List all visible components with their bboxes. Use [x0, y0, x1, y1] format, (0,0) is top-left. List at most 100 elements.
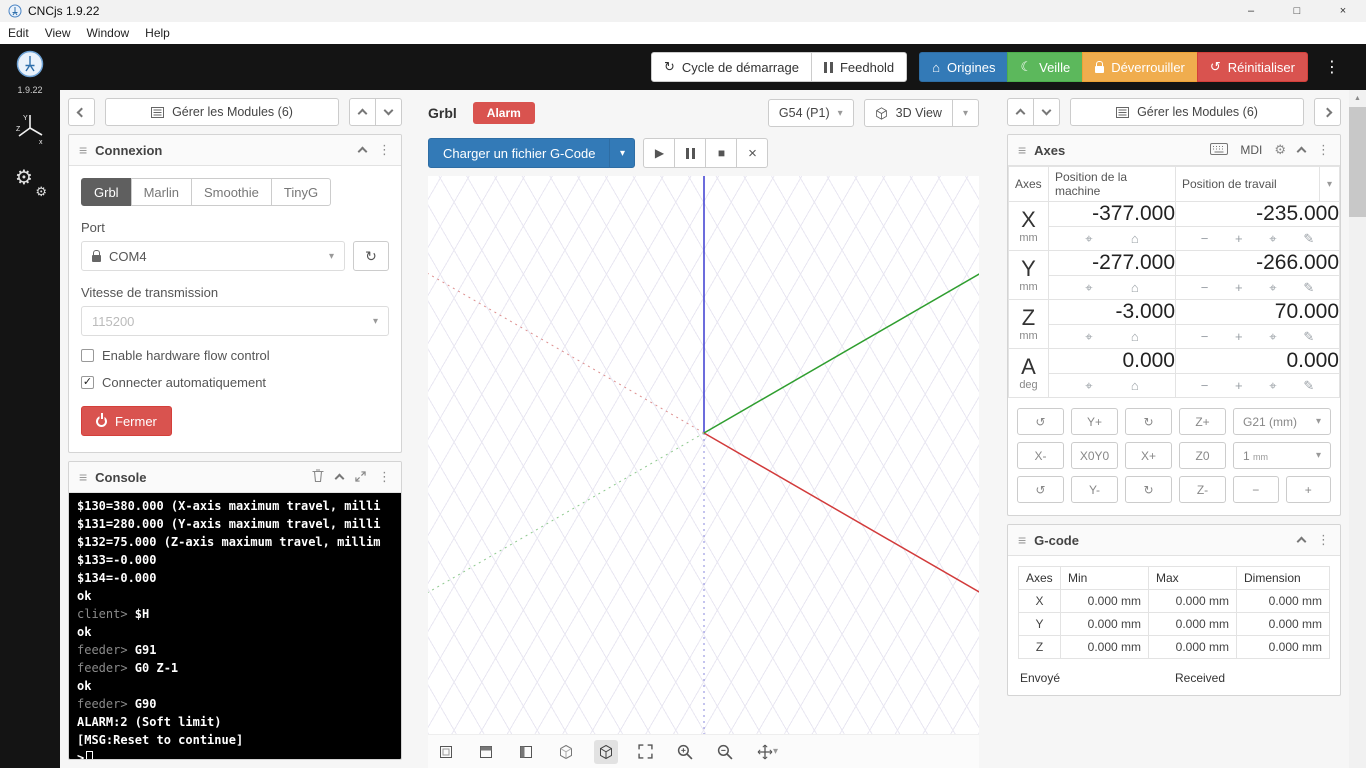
visualizer-3d[interactable] [428, 176, 979, 734]
widget-menu-icon[interactable]: ⋮ [378, 469, 391, 485]
zero-work-button[interactable]: ⌖ [1267, 232, 1278, 245]
unload-button[interactable]: × [736, 138, 769, 168]
autoconnect-checkbox[interactable]: ✓ Connecter automatiquement [81, 375, 389, 390]
jog-corner-bottom-left-button[interactable]: ↺ [1017, 476, 1064, 503]
view-side-icon[interactable] [514, 740, 538, 764]
increase-work-button[interactable]: + [1233, 232, 1245, 245]
drag-handle-icon[interactable]: ≡ [1018, 142, 1026, 158]
tab-tinyg[interactable]: TinyG [270, 178, 332, 206]
drag-handle-icon[interactable]: ≡ [1018, 532, 1026, 548]
collapse-left-panel-button[interactable] [68, 98, 95, 126]
increase-work-button[interactable]: + [1233, 281, 1245, 294]
move-widget-down-button[interactable] [1033, 98, 1060, 126]
header-menu-icon[interactable]: ⋮ [1324, 57, 1340, 77]
jog-z-plus-button[interactable]: Z+ [1179, 408, 1226, 435]
zoom-fit-icon[interactable] [634, 740, 657, 763]
view-iso-icon[interactable] [554, 740, 578, 764]
feedhold-button[interactable]: Feedhold [810, 52, 908, 82]
pause-button[interactable] [674, 138, 707, 168]
edit-work-button[interactable]: ✎ [1301, 379, 1316, 392]
zoom-out-icon[interactable] [713, 740, 737, 764]
refresh-ports-button[interactable]: ↻ [353, 241, 389, 271]
increase-work-button[interactable]: + [1233, 330, 1245, 343]
decrease-work-button[interactable]: − [1199, 232, 1211, 245]
zoom-in-icon[interactable] [673, 740, 697, 764]
edit-work-button[interactable]: ✎ [1301, 281, 1316, 294]
homing-button[interactable]: ⌂ Origines [919, 52, 1009, 82]
close-connection-button[interactable]: Fermer [81, 406, 172, 436]
close-window-button[interactable]: × [1320, 0, 1366, 22]
load-gcode-button[interactable]: Charger un fichier G-Code [428, 138, 611, 168]
scrollbar-thumb[interactable] [1349, 107, 1366, 217]
sleep-button[interactable]: ☾ Veille [1007, 52, 1084, 82]
decrease-work-button[interactable]: − [1199, 330, 1211, 343]
manage-widgets-button-left[interactable]: Gérer les Modules (6) [105, 98, 339, 126]
view-front-icon[interactable] [474, 740, 498, 764]
zero-machine-button[interactable]: ⌖ [1083, 232, 1094, 245]
scroll-up-arrow[interactable]: ▲ [1349, 90, 1366, 107]
widget-menu-icon[interactable]: ⋮ [378, 142, 391, 158]
menu-window[interactable]: Window [78, 22, 137, 44]
zero-work-button[interactable]: ⌖ [1267, 281, 1278, 294]
flow-control-checkbox[interactable]: Enable hardware flow control [81, 348, 389, 363]
console-output[interactable]: $130=380.000 (X-axis maximum travel, mil… [69, 493, 401, 759]
drag-handle-icon[interactable]: ≡ [79, 142, 87, 158]
trash-icon[interactable] [312, 469, 324, 485]
tab-grbl[interactable]: Grbl [81, 178, 132, 206]
widget-menu-icon[interactable]: ⋮ [1317, 532, 1330, 548]
decrease-work-button[interactable]: − [1199, 379, 1211, 392]
collapse-widget-icon[interactable] [334, 473, 345, 484]
jog-y-minus-button[interactable]: Y- [1071, 476, 1118, 503]
tab-marlin[interactable]: Marlin [130, 178, 192, 206]
window-scrollbar[interactable]: ▲ [1349, 90, 1366, 768]
menu-edit[interactable]: Edit [0, 22, 37, 44]
wcs-dropdown[interactable]: G54 (P1) ▾ [767, 99, 854, 127]
menu-help[interactable]: Help [137, 22, 178, 44]
step-dropdown[interactable]: 1 mm ▾ [1233, 442, 1331, 469]
jog-x-minus-button[interactable]: X- [1017, 442, 1064, 469]
pan-icon[interactable]: ▾ [753, 740, 782, 764]
jog-y-plus-button[interactable]: Y+ [1071, 408, 1118, 435]
collapse-right-panel-button[interactable] [1314, 98, 1341, 126]
fullscreen-icon[interactable] [355, 470, 366, 485]
workspace-axes-icon[interactable]: Y Z x [14, 111, 46, 150]
view-3d-icon[interactable] [594, 739, 618, 764]
port-select[interactable]: COM4 ▾ [81, 241, 345, 271]
menu-view[interactable]: View [37, 22, 79, 44]
cycle-start-button[interactable]: ↻ Cycle de démarrage [650, 52, 812, 82]
stop-button[interactable]: ■ [705, 138, 738, 168]
home-axis-button[interactable]: ⌂ [1129, 232, 1141, 245]
axes-settings-icon[interactable]: ⚙ [1274, 142, 1286, 158]
collapse-widget-icon[interactable] [1296, 536, 1307, 547]
drag-handle-icon[interactable]: ≡ [79, 469, 87, 485]
units-dropdown[interactable]: G21 (mm) ▾ [1233, 408, 1331, 435]
home-axis-button[interactable]: ⌂ [1129, 330, 1141, 343]
move-widget-down-button[interactable] [375, 98, 402, 126]
unlock-button[interactable]: Déverrouiller [1082, 52, 1198, 82]
step-decrease-button[interactable]: − [1233, 476, 1279, 503]
jog-corner-top-right-button[interactable]: ↻ [1125, 408, 1172, 435]
view-options-dropdown[interactable]: ▾ [951, 99, 979, 127]
baudrate-select[interactable]: 115200 ▾ [81, 306, 389, 336]
tab-smoothie[interactable]: Smoothie [190, 178, 272, 206]
maximize-button[interactable]: □ [1274, 0, 1320, 22]
jog-corner-top-left-button[interactable]: ↺ [1017, 408, 1064, 435]
scroll-down-arrow[interactable] [1349, 751, 1366, 768]
dro-menu-caret[interactable]: ▾ [1327, 179, 1332, 190]
zero-machine-button[interactable]: ⌖ [1083, 281, 1094, 294]
edit-work-button[interactable]: ✎ [1301, 330, 1316, 343]
zero-machine-button[interactable]: ⌖ [1083, 330, 1094, 343]
home-axis-button[interactable]: ⌂ [1129, 379, 1141, 392]
jog-x-plus-button[interactable]: X+ [1125, 442, 1172, 469]
widget-menu-icon[interactable]: ⋮ [1317, 142, 1330, 158]
jog-xy-zero-button[interactable]: X0Y0 [1071, 442, 1118, 469]
home-axis-button[interactable]: ⌂ [1129, 281, 1141, 294]
move-widget-up-button[interactable] [349, 98, 376, 126]
zero-machine-button[interactable]: ⌖ [1083, 379, 1094, 392]
step-increase-button[interactable]: + [1285, 476, 1331, 503]
edit-work-button[interactable]: ✎ [1301, 232, 1316, 245]
load-gcode-dropdown[interactable]: ▾ [609, 138, 636, 168]
run-button[interactable]: ▶ [643, 138, 676, 168]
decrease-work-button[interactable]: − [1199, 281, 1211, 294]
view-mode-dropdown[interactable]: 3D View [863, 99, 953, 127]
